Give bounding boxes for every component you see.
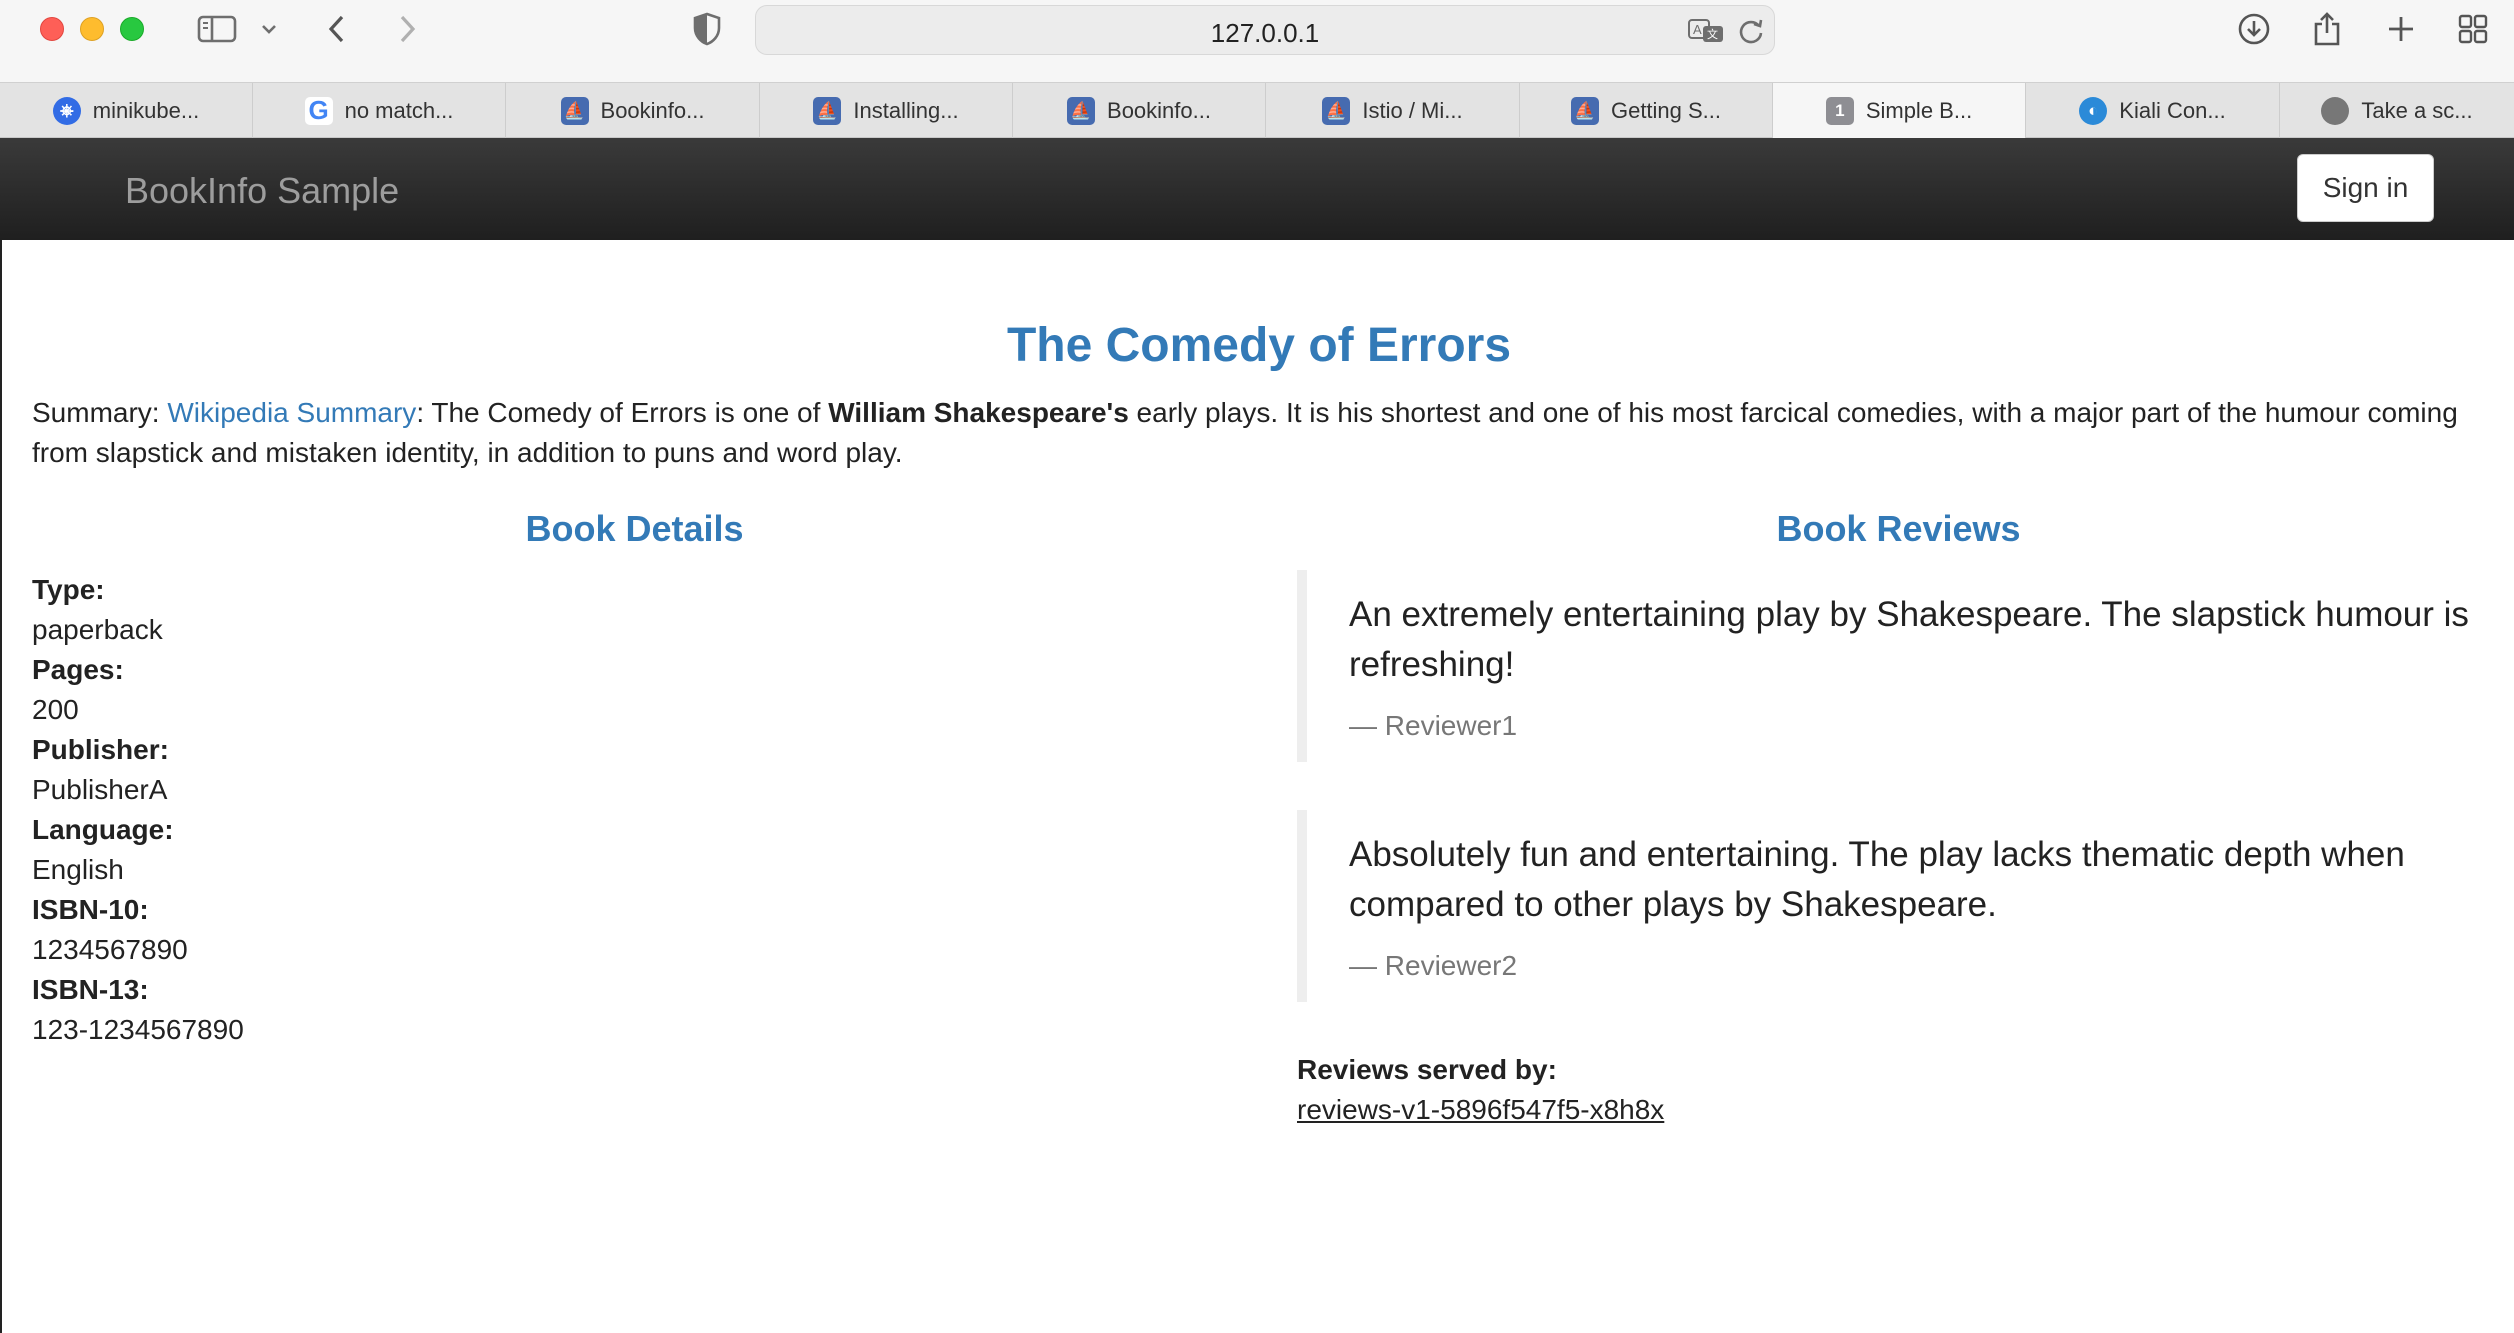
tab-bar: ⎈ minikube... G no match... ⛵ Bookinfo..…: [0, 82, 2514, 138]
book-reviews-heading: Book Reviews: [1776, 508, 2021, 549]
share-icon[interactable]: [2310, 8, 2344, 50]
detail-label-isbn10: ISBN-10:: [32, 894, 149, 925]
minikube-icon: ⎈: [52, 96, 81, 125]
reviewer-name: — Reviewer1: [1349, 710, 1518, 741]
detail-label-pages: Pages:: [32, 654, 124, 685]
tab-label: minikube...: [92, 97, 200, 123]
downloads-icon[interactable]: [2236, 8, 2272, 50]
review-text: Absolutely fun and entertaining. The pla…: [1349, 835, 2405, 924]
detail-value-type: paperback: [32, 614, 163, 645]
book-summary: Summary: Wikipedia Summary: The Comedy o…: [32, 393, 2492, 473]
book-details-list: Type: paperback Pages: 200 Publisher: Pu…: [32, 570, 244, 1050]
served-by-label: Reviews served by:: [1297, 1054, 1557, 1085]
istio-icon: ⛵: [1570, 96, 1599, 125]
summary-prefix: Summary:: [32, 397, 168, 428]
back-icon[interactable]: [322, 8, 352, 50]
review-item: Absolutely fun and entertaining. The pla…: [1297, 810, 2487, 1002]
google-icon: G: [304, 95, 333, 125]
tab-label: Installing...: [853, 97, 959, 123]
new-tab-icon[interactable]: [2384, 8, 2418, 50]
review-item: An extremely entertaining play by Shakes…: [1297, 570, 2487, 762]
tab-getting-started[interactable]: ⛵ Getting S...: [1520, 83, 1773, 138]
sign-in-button[interactable]: Sign in: [2297, 154, 2434, 222]
chevron-down-icon[interactable]: [256, 8, 282, 50]
tab-label: no match...: [344, 97, 454, 123]
detail-label-type: Type:: [32, 574, 105, 605]
tab-label: Bookinfo...: [1107, 97, 1211, 123]
minimize-window-button[interactable]: [80, 17, 104, 41]
zoom-window-button[interactable]: [120, 17, 144, 41]
wikipedia-summary-link[interactable]: Wikipedia Summary: [167, 397, 416, 428]
tab-simple-bookstore[interactable]: 1 Simple B...: [1773, 83, 2026, 138]
reviewer-name: — Reviewer2: [1349, 950, 1518, 981]
detail-value-pages: 200: [32, 694, 79, 725]
kiali-icon: ◐: [2079, 96, 2108, 125]
tab-label: Bookinfo...: [600, 97, 705, 123]
site-navbar: BookInfo Sample: [0, 138, 2514, 240]
istio-icon: ⛵: [813, 96, 842, 125]
review-text: An extremely entertaining play by Shakes…: [1349, 595, 2469, 684]
tab-screenshot[interactable]: Take a sc...: [2280, 83, 2514, 138]
apple-icon: [2321, 96, 2350, 125]
tab-label: Istio / Mi...: [1362, 97, 1463, 123]
tab-installing[interactable]: ⛵ Installing...: [760, 83, 1013, 138]
summary-text: : The Comedy of Errors is one of: [416, 397, 829, 428]
tab-bookinfo-1[interactable]: ⛵ Bookinfo...: [506, 83, 760, 138]
detail-value-publisher: PublisherA: [32, 774, 168, 805]
book-details-heading: Book Details: [525, 508, 744, 549]
sidebar-toggle-icon[interactable]: [195, 8, 239, 50]
tab-google[interactable]: G no match...: [253, 83, 506, 138]
url-text: 127.0.0.1: [1210, 18, 1320, 48]
page-content: The Comedy of Errors Summary: Wikipedia …: [0, 240, 2514, 1333]
reviews-served-by: Reviews served by: reviews-v1-5896f547f5…: [1297, 1050, 1664, 1130]
istio-icon: ⛵: [560, 96, 589, 125]
tab-minikube[interactable]: ⎈ minikube...: [0, 83, 253, 138]
tab-label: Getting S...: [1610, 97, 1722, 123]
detail-value-isbn10: 1234567890: [32, 934, 188, 965]
forward-icon[interactable]: [392, 8, 422, 50]
svg-text:文: 文: [1707, 27, 1718, 41]
tab-bookinfo-2[interactable]: ⛵ Bookinfo...: [1013, 83, 1266, 138]
numbered-tab-icon: 1: [1825, 96, 1854, 125]
istio-icon: ⛵: [1067, 96, 1096, 125]
address-bar[interactable]: 127.0.0.1 A文: [755, 5, 1775, 55]
istio-icon: ⛵: [1322, 96, 1351, 125]
tab-overview-icon[interactable]: [2456, 8, 2490, 50]
summary-author: William Shakespeare's: [828, 397, 1129, 428]
privacy-shield-icon[interactable]: [690, 8, 724, 50]
svg-text:A: A: [1693, 22, 1702, 37]
detail-value-language: English: [32, 854, 124, 885]
detail-value-isbn13: 123-1234567890: [32, 1014, 244, 1045]
detail-label-isbn13: ISBN-13:: [32, 974, 149, 1005]
served-by-pod: reviews-v1-5896f547f5-x8h8x: [1297, 1094, 1665, 1125]
detail-label-language: Language:: [32, 814, 174, 845]
tab-kiali[interactable]: ◐ Kiali Con...: [2026, 83, 2280, 138]
close-window-button[interactable]: [40, 17, 64, 41]
tab-label: Take a sc...: [2361, 97, 2473, 123]
translate-icon[interactable]: A文: [1686, 10, 1726, 52]
tab-istio-mi[interactable]: ⛵ Istio / Mi...: [1266, 83, 1520, 138]
browser-toolbar: 127.0.0.1 A文: [0, 0, 2514, 82]
reload-icon[interactable]: [1734, 10, 1768, 52]
book-title: The Comedy of Errors: [1006, 319, 1512, 372]
detail-label-publisher: Publisher:: [32, 734, 169, 765]
tab-label: Kiali Con...: [2119, 97, 2226, 123]
tab-label: Simple B...: [1865, 97, 1973, 123]
brand-title[interactable]: BookInfo Sample: [125, 170, 399, 212]
